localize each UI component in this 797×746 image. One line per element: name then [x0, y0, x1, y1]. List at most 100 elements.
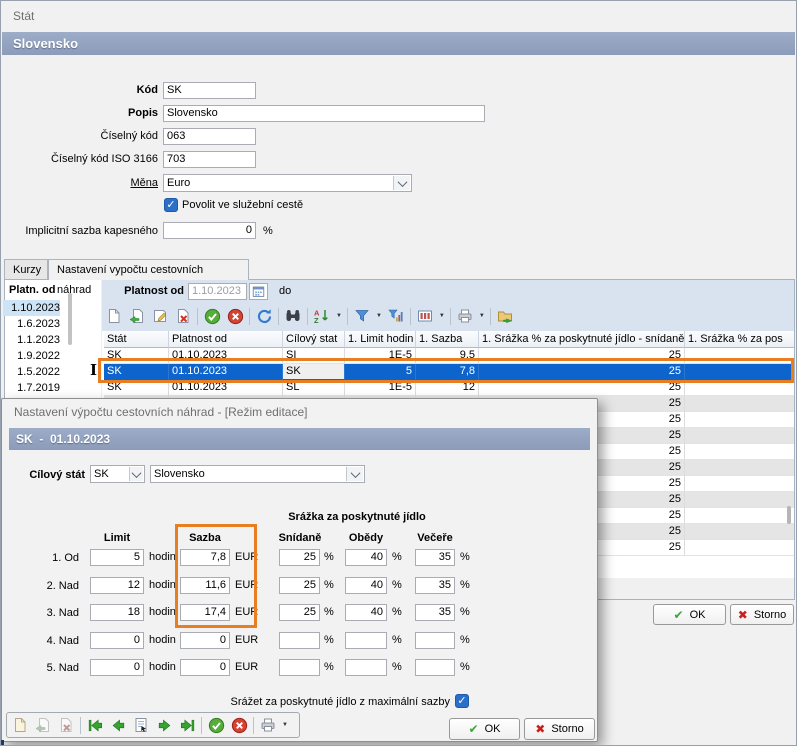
column-header[interactable]: Platnost od [169, 331, 283, 348]
popis-field[interactable]: Slovensko [163, 105, 485, 122]
list-item-date[interactable]: 1.7.2019 [3, 380, 60, 396]
refresh-icon[interactable] [255, 307, 273, 325]
obedy-field[interactable] [345, 632, 387, 649]
obedy-field[interactable]: 40 [345, 549, 387, 566]
sazba-field[interactable]: 17,4 [180, 604, 230, 621]
list-item-date[interactable]: 1.6.2023 [3, 316, 60, 332]
limit-field[interactable]: 18 [90, 604, 144, 621]
obedy-field[interactable] [345, 659, 387, 676]
column-header[interactable]: 1. Sazba [416, 331, 479, 348]
column-header[interactable]: 1. Limit hodin [345, 331, 416, 348]
snidane-field[interactable]: 25 [279, 577, 320, 594]
table-scrollbar[interactable] [787, 506, 791, 524]
chevron-down-icon[interactable] [346, 467, 363, 481]
columns-icon[interactable] [416, 307, 434, 325]
filter-date-field[interactable]: 1.10.2023 [188, 283, 247, 300]
cancel-icon[interactable] [226, 307, 244, 325]
print-icon[interactable] [456, 307, 474, 325]
columns-dropdown-arrow[interactable]: ▼ [439, 307, 445, 325]
snidane-field[interactable]: 25 [279, 549, 320, 566]
column-header[interactable]: 1. Srážka % za poskytnuté jídlo - snídan… [479, 331, 685, 348]
tab-nastaveni-nahrad[interactable]: Nastavení vypočtu cestovních náhrad [48, 259, 249, 280]
filter-icon[interactable] [353, 307, 371, 325]
kapesne-field[interactable]: 0 [163, 222, 256, 239]
insert-record-icon[interactable] [34, 716, 52, 734]
cilovy-stat-name-select[interactable]: Slovensko [150, 465, 365, 483]
dialog-ok-button[interactable]: ✔ OK [449, 718, 520, 740]
nav-prev-icon[interactable] [109, 716, 127, 734]
vecere-field[interactable] [415, 632, 455, 649]
mena-label[interactable]: Měna [11, 175, 158, 192]
confirm-icon[interactable] [207, 716, 225, 734]
nav-last-icon[interactable] [178, 716, 196, 734]
vecere-field[interactable]: 35 [415, 577, 455, 594]
snidane-field[interactable] [279, 632, 320, 649]
nav-first-icon[interactable] [86, 716, 104, 734]
limit-field[interactable]: 0 [90, 632, 144, 649]
tab-kurzy[interactable]: Kurzy [4, 259, 48, 279]
sazba-field[interactable]: 11,6 [180, 577, 230, 594]
table-row-selected[interactable]: SK 01.10.2023 SK 5 7,8 25 [104, 364, 794, 380]
table-row[interactable]: SK 01.10.2023 SI 1E-5 9,5 25 [104, 348, 794, 364]
storno-button[interactable]: ✖ Storno [730, 604, 794, 625]
confirm-icon[interactable] [203, 307, 221, 325]
sort-az-icon[interactable]: AZ [313, 307, 331, 325]
kod-field[interactable]: SK [163, 82, 256, 99]
limit-field[interactable]: 0 [90, 659, 144, 676]
chevron-down-icon[interactable] [129, 467, 143, 481]
edit-record-icon[interactable] [151, 307, 169, 325]
list-item-date[interactable]: 1.1.2023 [3, 332, 60, 348]
snidane-field[interactable] [279, 659, 320, 676]
vecere-field[interactable]: 35 [415, 549, 455, 566]
filter-platnost-label: Platnost od [101, 285, 184, 297]
obedy-field[interactable]: 40 [345, 577, 387, 594]
column-header[interactable]: 1. Srážka % za pos [685, 331, 794, 348]
toolbar-separator [307, 308, 308, 325]
print-dropdown-arrow[interactable]: ▼ [282, 716, 288, 734]
delete-record-icon[interactable] [57, 716, 75, 734]
snidane-field[interactable]: 25 [279, 604, 320, 621]
column-header[interactable]: Stát [104, 331, 169, 348]
list-item-date[interactable]: 1.5.2022 [3, 364, 60, 380]
list-scrollbar[interactable] [68, 293, 72, 345]
calendar-button[interactable] [249, 283, 268, 300]
percent-label: % [324, 659, 334, 676]
search-icon[interactable] [284, 307, 302, 325]
print-icon[interactable] [259, 716, 277, 734]
filter-dropdown-arrow[interactable]: ▼ [376, 307, 382, 325]
mena-select[interactable]: Euro [163, 174, 412, 192]
new-record-icon[interactable] [11, 716, 29, 734]
obedy-field[interactable]: 40 [345, 604, 387, 621]
delete-record-icon[interactable] [174, 307, 192, 325]
record-detail-icon[interactable] [132, 716, 150, 734]
vecere-field[interactable] [415, 659, 455, 676]
chevron-down-icon[interactable] [393, 176, 410, 190]
srazet-checkbox[interactable] [455, 694, 469, 708]
insert-record-icon[interactable] [128, 307, 146, 325]
eur-label: EUR [235, 659, 258, 676]
ciselny-kod-field[interactable]: 063 [163, 128, 256, 145]
iso-kod-field[interactable]: 703 [163, 151, 256, 168]
table-row[interactable]: SK 01.10.2023 SL 1E-5 12 25 [104, 380, 794, 396]
sazba-field[interactable]: 7,8 [180, 549, 230, 566]
ok-button[interactable]: ✔ OK [653, 604, 726, 625]
filter-values-icon[interactable] [387, 307, 405, 325]
column-header[interactable]: Cílový stat [283, 331, 345, 348]
export-icon[interactable] [496, 307, 514, 325]
limit-field[interactable]: 5 [90, 549, 144, 566]
limit-field[interactable]: 12 [90, 577, 144, 594]
sort-dropdown-arrow[interactable]: ▼ [336, 307, 342, 325]
list-item-date[interactable]: 1.10.2023 [3, 300, 60, 316]
cancel-icon[interactable] [230, 716, 248, 734]
list-item-date[interactable]: 1.9.2022 [3, 348, 60, 364]
povolit-checkbox[interactable] [164, 198, 178, 212]
vecere-field[interactable]: 35 [415, 604, 455, 621]
table-header-row: Stát Platnost od Cílový stat 1. Limit ho… [104, 331, 794, 348]
print-dropdown-arrow[interactable]: ▼ [479, 307, 485, 325]
dialog-storno-button[interactable]: ✖ Storno [524, 718, 595, 740]
nav-next-icon[interactable] [155, 716, 173, 734]
sazba-field[interactable]: 0 [180, 632, 230, 649]
new-record-icon[interactable] [105, 307, 123, 325]
sazba-field[interactable]: 0 [180, 659, 230, 676]
cilovy-stat-code-select[interactable]: SK [90, 465, 145, 483]
